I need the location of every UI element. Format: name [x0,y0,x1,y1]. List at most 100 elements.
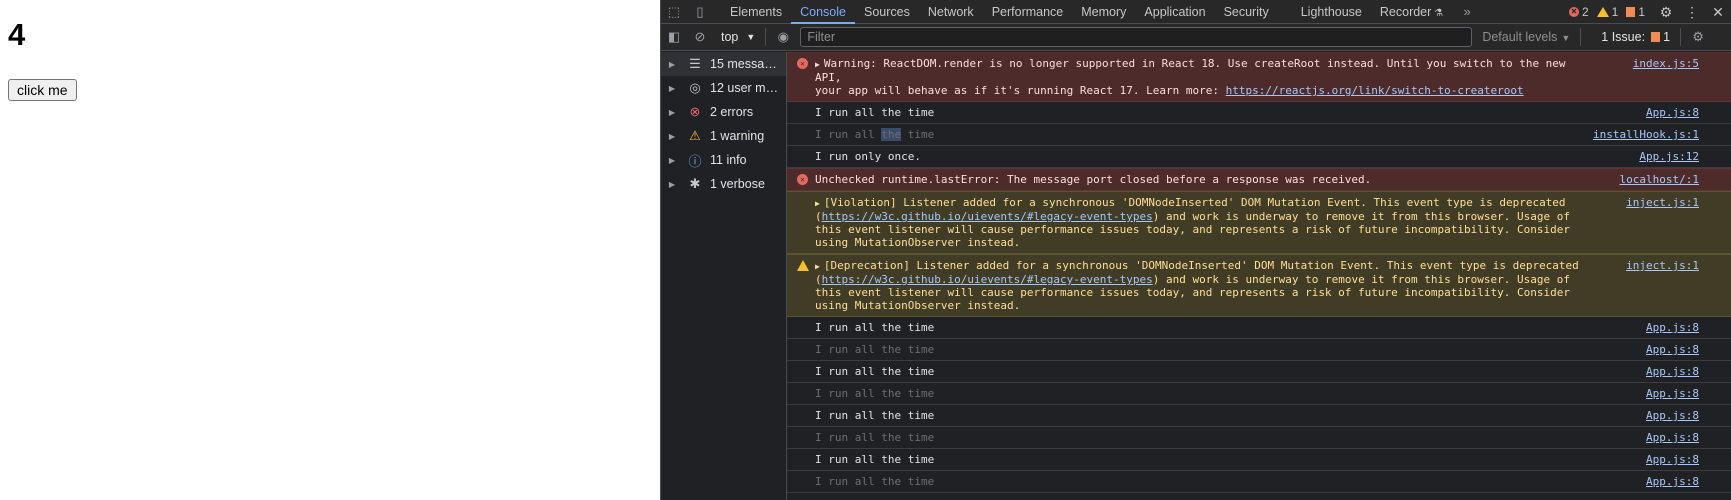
tab-console[interactable]: Console [791,0,855,24]
issue-count-badge[interactable]: 1 [1626,5,1645,19]
source-link[interactable]: index.js:5 [1633,57,1699,70]
source-link[interactable]: localhost/:1 [1620,173,1699,186]
console-message: I run all the time App.js:8 [787,317,1731,339]
clear-console-icon[interactable]: ⊘ [687,25,713,49]
expand-arrow-icon[interactable]: ▶ [661,60,683,69]
tab-performance[interactable]: Performance [983,0,1073,24]
source-link[interactable]: App.js:12 [1639,150,1699,163]
console-violation-message: ▶ [Violation] Listener added for a synchr… [787,191,1731,254]
console-messages: ✕ ▶ Warning: ReactDOM.render is no longer … [787,52,1731,500]
console-settings-gear-icon[interactable]: ⚙ [1685,25,1711,49]
source-link[interactable]: App.js:8 [1646,321,1699,334]
source-link[interactable]: App.js:8 [1646,365,1699,378]
console-repeated-message: I run all the time App.js:8 [787,471,1731,493]
message-text: I run all the time [815,365,935,378]
click-me-button[interactable]: click me [8,79,77,101]
sidebar-item[interactable]: ▶ ◎ 12 user m… [661,76,786,100]
settings-gear-icon[interactable]: ⚙ [1653,0,1679,24]
context-selector[interactable]: top ▼ [721,30,755,44]
live-expression-eye-icon[interactable]: ◉ [770,25,796,49]
flask-icon: ⚗ [1431,7,1444,19]
error-icon: ⊗ [689,104,701,119]
error-icon: ✕ [1568,7,1579,17]
devtools-panel: ⬚ ▯ Elements Console Sources Network Perform… [660,0,1731,500]
source-link[interactable]: App.js:8 [1646,409,1699,422]
warning-icon [1596,7,1609,17]
more-tabs-icon[interactable]: » [1454,0,1480,24]
console-message: I run all the time App.js:8 [787,405,1731,427]
counter-heading: 4 [8,17,26,52]
source-link[interactable]: installHook.js:1 [1593,128,1699,141]
log-levels-label: Default levels [1482,30,1558,44]
tab-label: Memory [1081,4,1127,19]
more-options-icon[interactable]: ⋮ [1679,0,1705,24]
message-link[interactable]: https://w3c.github.io/uievents/#legacy-e… [822,273,1153,286]
tab-lighthouse[interactable]: Lighthouse [1292,0,1371,24]
issue-flag-icon [1626,7,1636,17]
expand-arrow-icon[interactable]: ▶ [661,108,683,117]
filter-input[interactable]: Filter [800,27,1473,47]
source-link[interactable]: App.js:8 [1646,453,1699,466]
message-link[interactable]: https://reactjs.org/link/switch-to-creat… [1226,84,1524,97]
expand-arrow-icon[interactable]: ▶ [661,156,683,165]
device-toolbar-icon[interactable]: ▯ [687,0,713,24]
sidebar-item-label: 15 messa… [710,57,777,71]
message-link[interactable]: https://w3c.github.io/uievents/#legacy-e… [822,210,1153,223]
source-link[interactable]: App.js:8 [1646,475,1699,488]
console-message: I run all the time App.js:8 [787,102,1731,124]
source-link[interactable]: inject.js:1 [1626,259,1699,272]
sidebar-item[interactable]: ▶ ⊗ 2 errors [661,100,786,124]
message-text: I run all the time [815,475,935,488]
info-icon: ⓘ [688,153,702,169]
console-message: I run only once. App.js:12 [787,146,1731,168]
message-text: I run all the time [815,431,935,444]
error-count-badge[interactable]: ✕ 2 [1568,5,1589,19]
warning-count: 1 [1611,5,1619,19]
sidebar-item[interactable]: ▶ ⓘ 11 info [661,148,786,172]
console-repeated-message: I run all the time installHook.js:1 [787,124,1731,146]
warning-icon [797,260,809,271]
log-levels-dropdown[interactable]: Default levels ▼ [1482,30,1570,44]
issues-counter[interactable]: 1 Issue: 1 [1601,30,1670,44]
tab-memory[interactable]: Memory [1072,0,1135,24]
toolbar-divider [1580,28,1582,46]
console-warning-message: ▶ [Deprecation] Listener added for a sync… [787,254,1731,317]
message-text: I run all the time [815,409,935,422]
sidebar-item[interactable]: ▶ ✱ 1 verbose [661,172,786,196]
tab-sources[interactable]: Sources [855,0,919,24]
chevron-down-icon: ▼ [746,32,756,42]
issues-count: 1 [1663,30,1671,44]
sidebar-item-label: 1 warning [710,129,765,143]
expand-arrow-icon[interactable]: ▶ [661,180,683,189]
tab-label: Security [1223,4,1269,19]
source-link[interactable]: App.js:8 [1646,343,1699,356]
console-error-message: ✕ ▶ Warning: ReactDOM.render is no longer … [787,52,1731,102]
source-link[interactable]: inject.js:1 [1626,196,1699,209]
expand-triangle-icon[interactable]: ▶ [815,60,820,69]
expand-arrow-icon[interactable]: ▶ [661,132,683,141]
expand-arrow-icon[interactable]: ▶ [661,84,683,93]
sidebar-item[interactable]: ▶ ☰ 15 messa… [661,52,786,76]
tab-label: Performance [991,4,1064,19]
source-link[interactable]: App.js:8 [1646,431,1699,444]
tab-elements[interactable]: Elements [721,0,791,24]
message-text: I run all the time [815,343,935,356]
source-link[interactable]: App.js:8 [1646,106,1699,119]
warning-count-badge[interactable]: 1 [1596,5,1619,19]
message-text: I run all the time [815,387,935,400]
tab-recorder[interactable]: Recorder ⚗ [1371,0,1452,24]
list-icon: ☰ [689,56,701,71]
source-link[interactable]: App.js:8 [1646,387,1699,400]
expand-triangle-icon[interactable]: ▶ [815,262,820,271]
inspect-element-icon[interactable]: ⬚ [661,0,687,24]
expand-triangle-icon[interactable]: ▶ [815,199,820,208]
tab-security[interactable]: Security [1215,0,1278,24]
sidebar-toggle-icon[interactable]: ◧ [661,25,687,49]
sidebar-item[interactable]: ▶ ⚠ 1 warning [661,124,786,148]
close-devtools-icon[interactable]: ✕ [1705,0,1731,24]
sidebar-item-label: 1 verbose [710,177,765,191]
tab-network[interactable]: Network [919,0,983,24]
user-icon: ◎ [689,80,701,95]
tab-application[interactable]: Application [1135,0,1214,24]
tab-label: Elements [730,4,783,19]
